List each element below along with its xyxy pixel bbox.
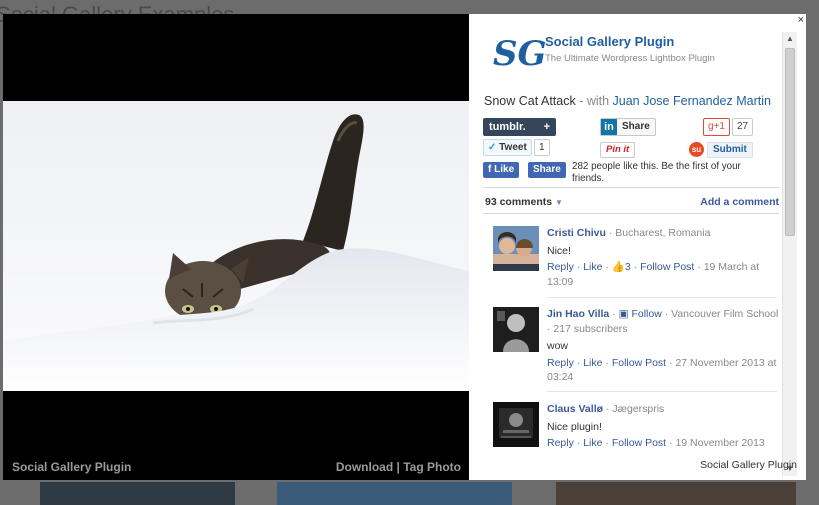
facebook-like-text: 282 people like this. Be the first of yo… xyxy=(572,161,741,184)
commenter-location: · Vancouver Film School xyxy=(664,308,779,320)
comment-body: Cristi Chivu · Bucharest, Romania Nice! … xyxy=(547,226,779,289)
avatar[interactable] xyxy=(493,226,539,271)
close-icon[interactable]: × xyxy=(798,14,804,26)
comment-text: wow xyxy=(547,340,569,352)
pinterest-pin-button[interactable]: Pin it xyxy=(600,142,636,158)
follow-link[interactable]: Follow xyxy=(631,308,661,320)
stumbleupon-icon: su xyxy=(689,142,704,157)
tag-photo-link[interactable]: Tag Photo xyxy=(403,460,461,474)
photo-caption[interactable]: Social Gallery Plugin xyxy=(12,460,131,474)
google-plus-count: 27 xyxy=(731,118,754,136)
avatar-image xyxy=(493,307,539,352)
gallery-thumbnail[interactable] xyxy=(40,482,235,505)
facebook-like-button[interactable]: f Like xyxy=(483,162,520,178)
comment-divider xyxy=(547,391,777,392)
brand-logo: SG xyxy=(493,34,547,74)
photo-links: Download | Tag Photo xyxy=(336,460,461,474)
brand-subtitle: The Ultimate Wordpress Lightbox Plugin xyxy=(545,53,715,64)
gallery-thumbnail[interactable] xyxy=(277,482,512,505)
reply-link[interactable]: Reply xyxy=(547,437,574,449)
comment-divider xyxy=(547,297,777,298)
tumblr-share-button[interactable]: tumblr. + xyxy=(483,118,556,136)
avatar[interactable] xyxy=(493,402,539,447)
tumblr-label: tumblr. xyxy=(489,121,526,133)
download-link[interactable]: Download xyxy=(336,460,393,474)
tweet-label: Tweet xyxy=(499,142,527,153)
comment-actions: Reply · Like · Follow Post · 19 November… xyxy=(547,437,765,449)
like-link[interactable]: Like xyxy=(583,261,602,273)
with-text: - with xyxy=(575,94,613,108)
commenter-name[interactable]: Cristi Chivu xyxy=(547,227,606,239)
author-link[interactable]: Juan Jose Fernandez Martin xyxy=(613,94,771,108)
google-plus-icon: g+1 xyxy=(703,118,730,136)
reply-link[interactable]: Reply xyxy=(547,357,574,369)
chevron-down-icon: ▼ xyxy=(555,198,563,207)
stumbleupon-label: Submit xyxy=(707,142,753,158)
thumbs-up-icon: 👍 xyxy=(611,261,625,273)
linkedin-icon: in xyxy=(601,119,617,135)
comment-actions: Reply · Like · Follow Post · 27 November… xyxy=(547,356,777,384)
stumbleupon-button[interactable]: su Submit xyxy=(689,142,753,158)
panel-footer[interactable]: Social Gallery Plugin xyxy=(700,459,797,471)
rss-icon: ▣ xyxy=(618,308,629,320)
link-separator: | xyxy=(396,460,400,474)
google-plus-button[interactable]: g+1 27 xyxy=(703,118,754,136)
photo-name: Snow Cat Attack xyxy=(484,94,576,108)
comment-text: Nice! xyxy=(547,244,571,257)
comment-text: Nice plugin! xyxy=(547,420,602,433)
plus-icon: + xyxy=(543,121,550,133)
subscriber-count: · 217 subscribers xyxy=(547,322,628,335)
commenter-location: · Jægerspris xyxy=(605,403,665,415)
gallery-photo[interactable] xyxy=(3,101,469,391)
follow-post-link[interactable]: Follow Post xyxy=(640,261,694,273)
comments-scrollbar[interactable]: ▲ ▼ xyxy=(782,32,797,476)
brand-title[interactable]: Social Gallery Plugin xyxy=(545,34,674,49)
add-comment-link[interactable]: Add a comment xyxy=(700,196,779,208)
scrollbar-thumb[interactable] xyxy=(785,48,795,236)
twitter-bird-icon: ✓ xyxy=(488,142,497,153)
comment-body: Jin Hao Villa · ▣ Follow · Vancouver Fil… xyxy=(547,308,779,384)
social-panel: × SG Social Gallery Plugin The Ultimate … xyxy=(469,14,806,480)
photo-title: Snow Cat Attack - with Juan Jose Fernand… xyxy=(484,94,771,108)
like-link[interactable]: Like xyxy=(583,357,602,369)
tweet-count: 1 xyxy=(534,139,550,156)
facebook-icon: f xyxy=(488,164,492,175)
tweet-button[interactable]: ✓ Tweet xyxy=(483,139,532,156)
facebook-share-button[interactable]: Share xyxy=(528,162,566,178)
snow-cat-image xyxy=(3,101,469,391)
linkedin-label: Share xyxy=(622,121,650,132)
like-count: 3 xyxy=(624,261,631,273)
comment-actions: Reply · Like · 👍3 · Follow Post · 19 Mar… xyxy=(547,261,760,288)
scroll-up-icon[interactable]: ▲ xyxy=(783,32,797,46)
commenter-location: · Bucharest, Romania xyxy=(608,227,711,239)
follow-post-link[interactable]: Follow Post xyxy=(612,437,666,449)
divider xyxy=(483,213,779,214)
like-link[interactable]: Like xyxy=(583,437,602,449)
avatar-image xyxy=(493,402,539,447)
avatar[interactable] xyxy=(493,307,539,352)
lightbox: Social Gallery Plugin Download | Tag Pho… xyxy=(3,14,806,480)
gallery-thumbnail[interactable] xyxy=(556,482,796,505)
comment-date[interactable]: 19 November 2013 xyxy=(675,437,764,449)
photo-area: Social Gallery Plugin Download | Tag Pho… xyxy=(3,14,469,480)
divider xyxy=(483,187,779,188)
comments-count-label: 93 comments xyxy=(485,196,553,208)
reply-link[interactable]: Reply xyxy=(547,261,574,273)
fb-like-label: Like xyxy=(494,164,515,175)
linkedin-share-button[interactable]: in Share xyxy=(600,118,656,136)
avatar-image xyxy=(493,226,539,271)
commenter-name[interactable]: Jin Hao Villa xyxy=(547,308,609,320)
comment-body: Claus Vallø · Jægerspris Nice plugin! Re… xyxy=(547,402,779,451)
commenter-name[interactable]: Claus Vallø xyxy=(547,403,603,415)
follow-post-link[interactable]: Follow Post xyxy=(612,357,666,369)
comments-count[interactable]: 93 comments ▼ xyxy=(485,196,563,208)
